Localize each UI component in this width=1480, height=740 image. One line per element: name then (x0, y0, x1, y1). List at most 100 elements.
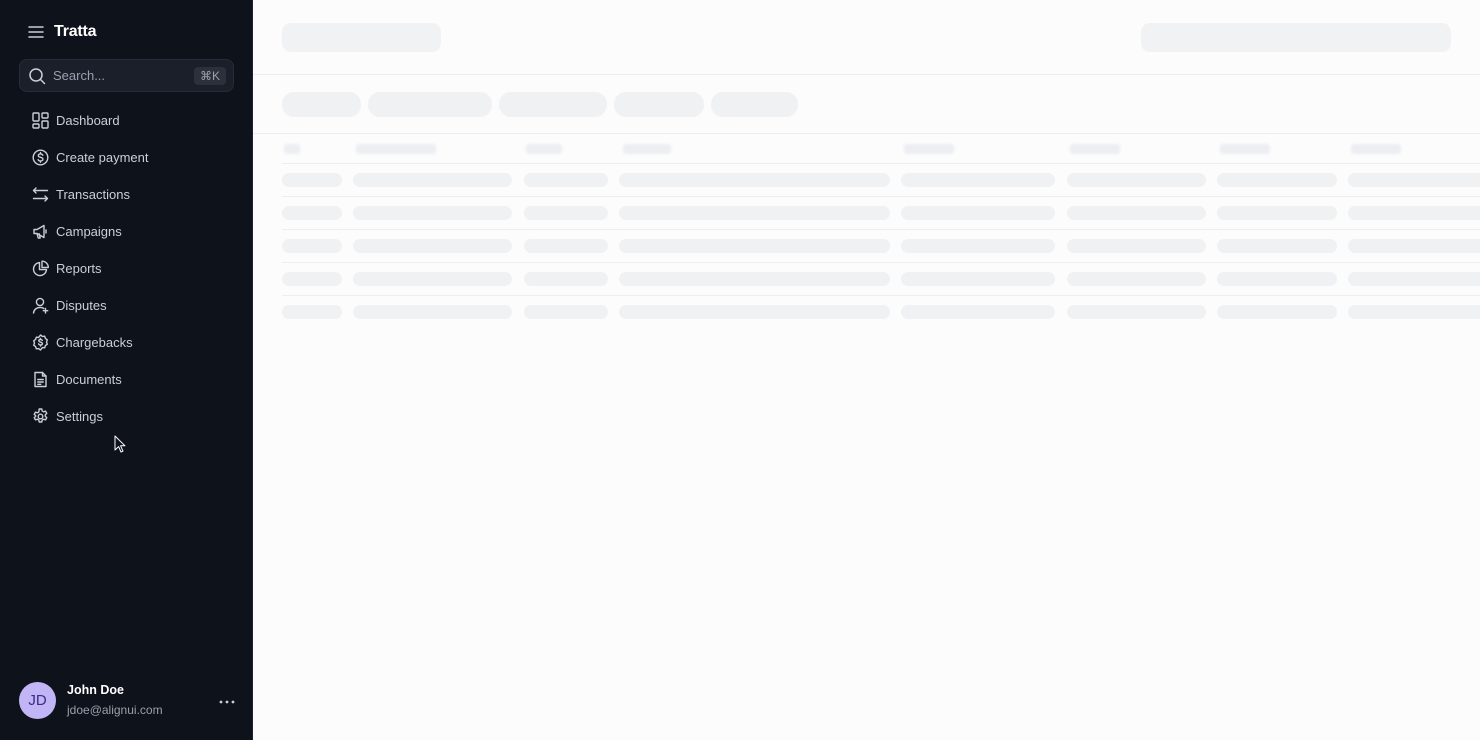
sidebar-item-documents[interactable]: Documents (19, 361, 234, 398)
cell-skeleton (353, 173, 512, 187)
cell-skeleton (282, 206, 342, 220)
cell-skeleton (282, 305, 342, 319)
column-header-skeleton (1220, 144, 1270, 154)
cell-skeleton (1217, 239, 1337, 253)
sidebar-item-transactions[interactable]: Transactions (19, 176, 234, 213)
cell-skeleton (524, 239, 608, 253)
search-icon (28, 67, 46, 85)
page-header (253, 0, 1480, 75)
arrows-left-right-icon (31, 186, 49, 204)
user-info: John Doe jdoe@alignui.com (67, 682, 217, 719)
search-input[interactable]: Search... ⌘K (19, 59, 234, 92)
sidebar-item-create-payment[interactable]: Create payment (19, 139, 234, 176)
cell-skeleton (1067, 173, 1206, 187)
tab-skeleton (499, 92, 607, 117)
search-placeholder: Search... (53, 68, 106, 83)
search-shortcut-badge: ⌘K (193, 66, 226, 85)
column-header-skeleton (1351, 144, 1401, 154)
column-header-skeleton (623, 144, 671, 154)
cell-skeleton (1348, 272, 1480, 286)
cell-skeleton (1067, 206, 1206, 220)
row-divider (282, 196, 1480, 197)
cell-skeleton (619, 206, 890, 220)
sidebar-item-reports[interactable]: Reports (19, 250, 234, 287)
cell-skeleton (524, 206, 608, 220)
brand: Tratta (28, 19, 97, 45)
gear-icon (31, 408, 49, 426)
row-divider (282, 163, 1480, 164)
more-horizontal-icon (219, 691, 235, 709)
cell-skeleton (353, 305, 512, 319)
cell-skeleton (524, 272, 608, 286)
dollar-circle-icon (31, 149, 49, 167)
file-text-icon (31, 371, 49, 389)
tab-skeleton (614, 92, 704, 117)
cell-skeleton (1217, 305, 1337, 319)
cell-skeleton (1067, 305, 1206, 319)
cell-skeleton (901, 239, 1055, 253)
divider (253, 133, 1480, 134)
sidebar-item-label: Reports (56, 261, 102, 276)
avatar: JD (19, 681, 56, 719)
menu-icon[interactable] (28, 25, 44, 39)
sidebar-item-label: Campaigns (56, 224, 122, 239)
pie-chart-icon (31, 260, 49, 278)
cell-skeleton (619, 305, 890, 319)
cell-skeleton (901, 305, 1055, 319)
cell-skeleton (1348, 173, 1480, 187)
mouse-cursor-icon (114, 435, 126, 458)
sidebar-item-dashboard[interactable]: Dashboard (19, 102, 234, 139)
cell-skeleton (524, 305, 608, 319)
app-name: Tratta (54, 23, 97, 40)
sidebar-item-label: Chargebacks (56, 335, 133, 350)
column-header-skeleton (904, 144, 954, 154)
main-content (253, 0, 1480, 740)
sidebar-item-label: Transactions (56, 187, 130, 202)
cell-skeleton (1348, 206, 1480, 220)
cell-skeleton (1067, 239, 1206, 253)
sidebar-item-disputes[interactable]: Disputes (19, 287, 234, 324)
sidebar-item-label: Disputes (56, 298, 107, 313)
row-divider (282, 229, 1480, 230)
sidebar-nav: Dashboard Create payment Transactions Ca… (19, 102, 234, 435)
column-header-skeleton (1070, 144, 1120, 154)
cell-skeleton (353, 272, 512, 286)
sidebar-item-chargebacks[interactable]: Chargebacks (19, 324, 234, 361)
cell-skeleton (1348, 305, 1480, 319)
cell-skeleton (901, 173, 1055, 187)
tab-skeleton (282, 92, 361, 117)
cell-skeleton (619, 173, 890, 187)
sidebar-item-label: Create payment (56, 150, 149, 165)
cell-skeleton (619, 239, 890, 253)
sidebar-item-label: Settings (56, 409, 103, 424)
column-header-skeleton (284, 144, 300, 154)
column-header-skeleton (356, 144, 436, 154)
cell-skeleton (1067, 272, 1206, 286)
user-profile[interactable]: JD John Doe jdoe@alignui.com (19, 680, 237, 720)
user-icon (31, 297, 49, 315)
cell-skeleton (282, 239, 342, 253)
user-email: jdoe@alignui.com (67, 702, 163, 717)
cell-skeleton (1217, 206, 1337, 220)
sidebar-item-settings[interactable]: Settings (19, 398, 234, 435)
cell-skeleton (1217, 173, 1337, 187)
tab-skeleton (368, 92, 492, 117)
megaphone-icon (31, 223, 49, 241)
row-divider (282, 295, 1480, 296)
cell-skeleton (619, 272, 890, 286)
cell-skeleton (282, 272, 342, 286)
cell-skeleton (1217, 272, 1337, 286)
cell-skeleton (353, 239, 512, 253)
cell-skeleton (524, 173, 608, 187)
cell-skeleton (1348, 239, 1480, 253)
user-name: John Doe (67, 682, 124, 697)
tab-skeleton (711, 92, 798, 117)
cell-skeleton (353, 206, 512, 220)
dollar-badge-icon (31, 334, 49, 352)
sidebar-item-label: Documents (56, 372, 122, 387)
column-header-skeleton (526, 144, 562, 154)
sidebar-item-campaigns[interactable]: Campaigns (19, 213, 234, 250)
layout-grid-icon (31, 112, 49, 130)
more-options-button[interactable] (217, 690, 237, 710)
sidebar: Tratta Search... ⌘K Dashboard Create pay… (0, 0, 253, 740)
